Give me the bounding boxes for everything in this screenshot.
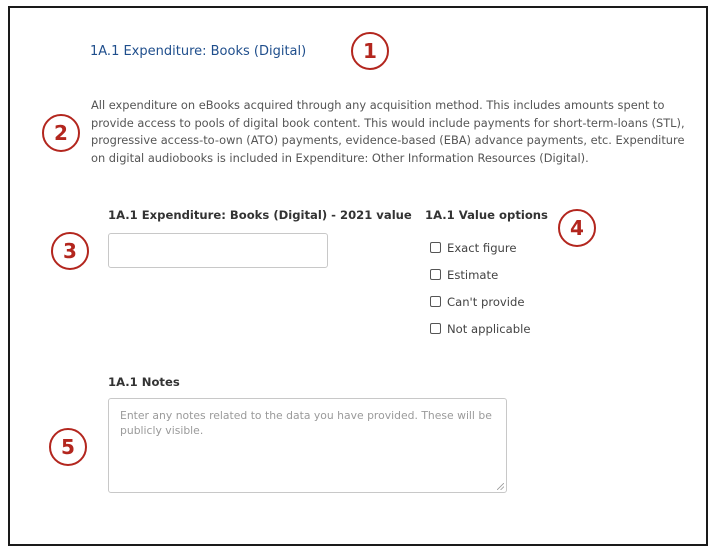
option-label: Exact figure — [447, 240, 517, 255]
resize-grip-icon[interactable] — [497, 483, 504, 490]
notes-textarea[interactable]: Enter any notes related to the data you … — [108, 398, 507, 493]
option-cant-provide[interactable]: Can't provide — [430, 288, 530, 315]
callout-badge-2: 2 — [42, 114, 80, 152]
section-description: All expenditure on eBooks acquired throu… — [91, 98, 685, 165]
notes-placeholder: Enter any notes related to the data you … — [120, 409, 492, 437]
value-options-group: Exact figure Estimate Can't provide Not … — [430, 234, 530, 342]
option-label: Not applicable — [447, 321, 531, 336]
value-options-label: 1A.1 Value options — [425, 208, 548, 222]
option-label: Estimate — [447, 267, 499, 282]
section-title-link[interactable]: 1A.1 Expenditure: Books (Digital) — [90, 44, 306, 59]
value-field-label: 1A.1 Expenditure: Books (Digital) - 2021… — [108, 208, 412, 222]
option-estimate[interactable]: Estimate — [430, 261, 530, 288]
cant-provide-checkbox[interactable] — [430, 296, 441, 307]
option-exact-figure[interactable]: Exact figure — [430, 234, 530, 261]
callout-badge-3: 3 — [51, 232, 89, 270]
estimate-checkbox[interactable] — [430, 269, 441, 280]
callout-badge-1: 1 — [351, 32, 389, 70]
option-not-applicable[interactable]: Not applicable — [430, 315, 530, 342]
callout-badge-5: 5 — [49, 428, 87, 466]
exact-figure-checkbox[interactable] — [430, 242, 441, 253]
option-label: Can't provide — [447, 294, 525, 309]
callout-badge-4: 4 — [558, 209, 596, 247]
notes-label: 1A.1 Notes — [108, 375, 180, 389]
expenditure-value-input[interactable] — [108, 233, 328, 268]
not-applicable-checkbox[interactable] — [430, 323, 441, 334]
